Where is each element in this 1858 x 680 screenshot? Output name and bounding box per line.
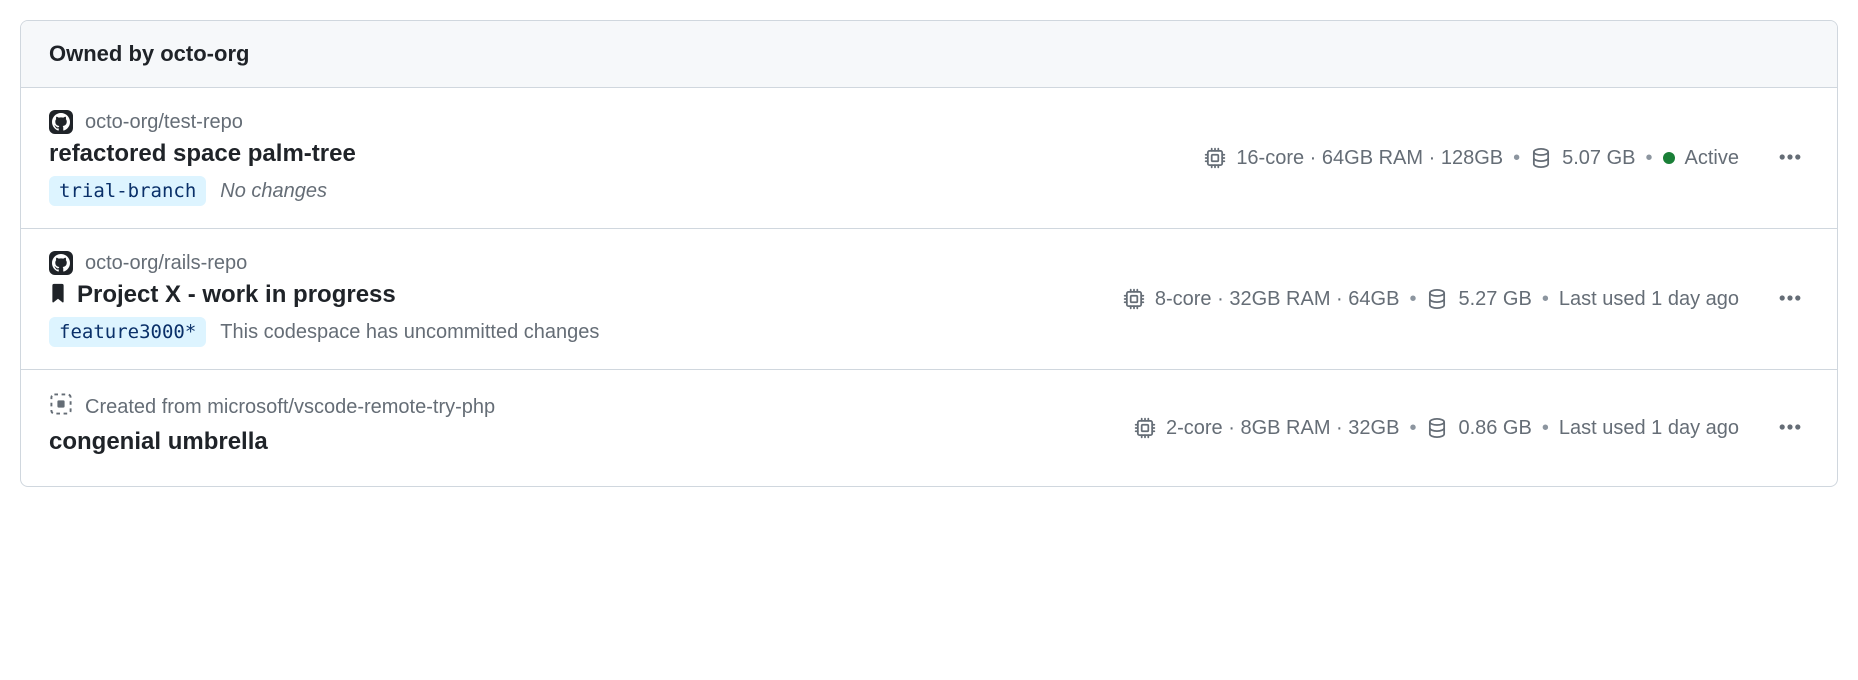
repo-link[interactable]: octo-org/test-repo [85,111,243,134]
status-label: Active [1685,147,1739,170]
repo-line: octo-org/rails-repo [49,251,1107,275]
database-icon [1530,147,1552,169]
ram-text: 64GB RAM [1322,147,1423,169]
cpu-text: 8-core [1155,288,1212,310]
repo-line: Created from microsoft/vscode-remote-try… [49,392,1118,422]
panel-header: Owned by octo-org [21,21,1837,88]
item-left: octo-org/rails-repo Project X - work in p… [49,251,1107,347]
name-line: refactored space palm-tree [49,140,1188,168]
database-icon [1426,288,1448,310]
ram-text: 32GB RAM [1229,288,1330,310]
machine-specs: 16-core · 64GB RAM · 128GB [1236,147,1503,170]
changes-text: This codespace has uncommitted changes [220,321,599,344]
machine-specs: 8-core · 32GB RAM · 64GB [1155,288,1400,311]
item-right: 2-core · 8GB RAM · 32GB • 0.86 GB • Last use… [1134,408,1809,449]
codespace-name[interactable]: congenial umbrella [49,428,268,456]
separator: • [1542,417,1549,440]
branch-chip[interactable]: feature3000* [49,317,206,347]
last-used: Last used 1 day ago [1559,288,1739,311]
repo-link[interactable]: Created from microsoft/vscode-remote-try… [85,396,495,419]
disk-text: 32GB [1348,417,1399,439]
ram-text: 8GB RAM [1240,417,1330,439]
cpu-text: 16-core [1236,147,1304,169]
item-left: octo-org/test-repo refactored space palm-… [49,110,1188,206]
machine-specs: 2-core · 8GB RAM · 32GB [1166,417,1399,440]
cpu-text: 2-core [1166,417,1223,439]
meta-line: feature3000* This codespace has uncommitt… [49,317,1107,347]
changes-text: No changes [220,180,327,203]
separator: • [1409,417,1416,440]
separator: • [1409,288,1416,311]
database-icon [1426,417,1448,439]
storage-used: 0.86 GB [1458,417,1531,440]
panel-title: Owned by octo-org [49,41,249,66]
disk-text: 64GB [1348,288,1399,310]
codespace-item: Created from microsoft/vscode-remote-try… [21,370,1837,486]
separator: • [1542,288,1549,311]
bookmark-icon [49,283,67,308]
item-right: 8-core · 32GB RAM · 64GB • 5.27 GB • Last us… [1123,279,1809,320]
codespace-name[interactable]: Project X - work in progress [77,281,396,309]
disk-text: 128GB [1441,147,1503,169]
item-right: 16-core · 64GB RAM · 128GB • 5.07 GB • Activ… [1204,138,1809,179]
codespace-item: octo-org/test-repo refactored space palm-… [21,88,1837,229]
separator: • [1646,147,1653,170]
status-dot [1663,152,1675,164]
github-avatar-icon [49,251,73,275]
meta-line: trial-branch No changes [49,176,1188,206]
cpu-icon [1134,417,1156,439]
kebab-menu-button[interactable] [1771,408,1809,449]
codespaces-panel: Owned by octo-org octo-org/test-repo refa… [20,20,1838,487]
separator: • [1513,147,1520,170]
repo-link[interactable]: octo-org/rails-repo [85,252,247,275]
kebab-menu-button[interactable] [1771,279,1809,320]
codespace-name[interactable]: refactored space palm-tree [49,140,356,168]
storage-used: 5.27 GB [1458,288,1531,311]
branch-chip[interactable]: trial-branch [49,176,206,206]
codespace-item: octo-org/rails-repo Project X - work in p… [21,229,1837,370]
name-line: Project X - work in progress [49,281,1107,309]
template-icon [49,392,73,422]
github-avatar-icon [49,110,73,134]
last-used: Last used 1 day ago [1559,417,1739,440]
item-left: Created from microsoft/vscode-remote-try… [49,392,1118,464]
cpu-icon [1123,288,1145,310]
kebab-menu-button[interactable] [1771,138,1809,179]
storage-used: 5.07 GB [1562,147,1635,170]
cpu-icon [1204,147,1226,169]
name-line: congenial umbrella [49,428,1118,456]
repo-line: octo-org/test-repo [49,110,1188,134]
